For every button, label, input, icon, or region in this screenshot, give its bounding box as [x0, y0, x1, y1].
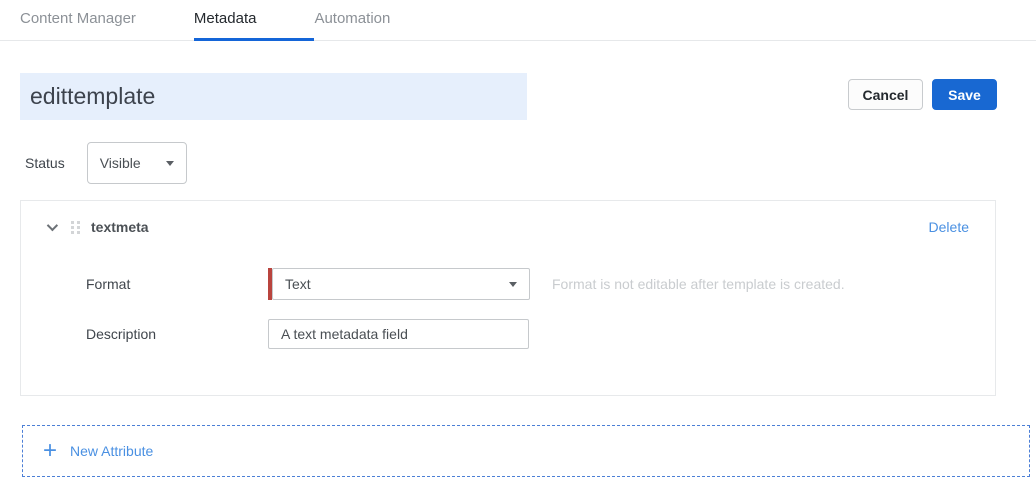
status-label: Status [25, 155, 65, 171]
header-buttons: Cancel Save [848, 79, 997, 110]
save-button[interactable]: Save [932, 79, 997, 110]
attribute-card: textmeta Delete Format Text Format is no… [20, 200, 996, 396]
tab-bar: Content Manager Metadata Automation [0, 0, 1036, 41]
template-name-input[interactable] [20, 73, 527, 120]
caret-down-icon [509, 282, 517, 287]
plus-icon: + [43, 439, 57, 463]
format-select[interactable]: Text [272, 268, 530, 300]
new-attribute-label: New Attribute [70, 443, 153, 459]
cancel-button[interactable]: Cancel [848, 79, 923, 110]
status-select[interactable]: Visible [87, 142, 187, 184]
description-label: Description [86, 326, 268, 342]
drag-handle-icon[interactable] [71, 221, 80, 234]
caret-down-icon [166, 161, 174, 166]
format-field-row: Format Text Format is not editable after… [86, 268, 995, 300]
description-input[interactable] [268, 319, 529, 349]
description-field-row: Description [86, 319, 995, 349]
status-select-value: Visible [100, 155, 141, 171]
tab-automation[interactable]: Automation [314, 10, 448, 40]
tab-metadata[interactable]: Metadata [194, 10, 315, 40]
status-row: Status Visible [25, 142, 1036, 184]
new-attribute-button[interactable]: + New Attribute [22, 425, 1030, 477]
chevron-down-icon[interactable] [47, 220, 58, 231]
delete-attribute-link[interactable]: Delete [929, 219, 969, 235]
attribute-name: textmeta [91, 219, 149, 235]
tab-content-manager[interactable]: Content Manager [20, 10, 194, 40]
format-label: Format [86, 276, 268, 292]
format-hint-text: Format is not editable after template is… [552, 276, 845, 292]
attribute-card-header: textmeta Delete [21, 201, 995, 253]
header-row: Cancel Save [20, 73, 997, 120]
format-select-value: Text [285, 276, 311, 292]
